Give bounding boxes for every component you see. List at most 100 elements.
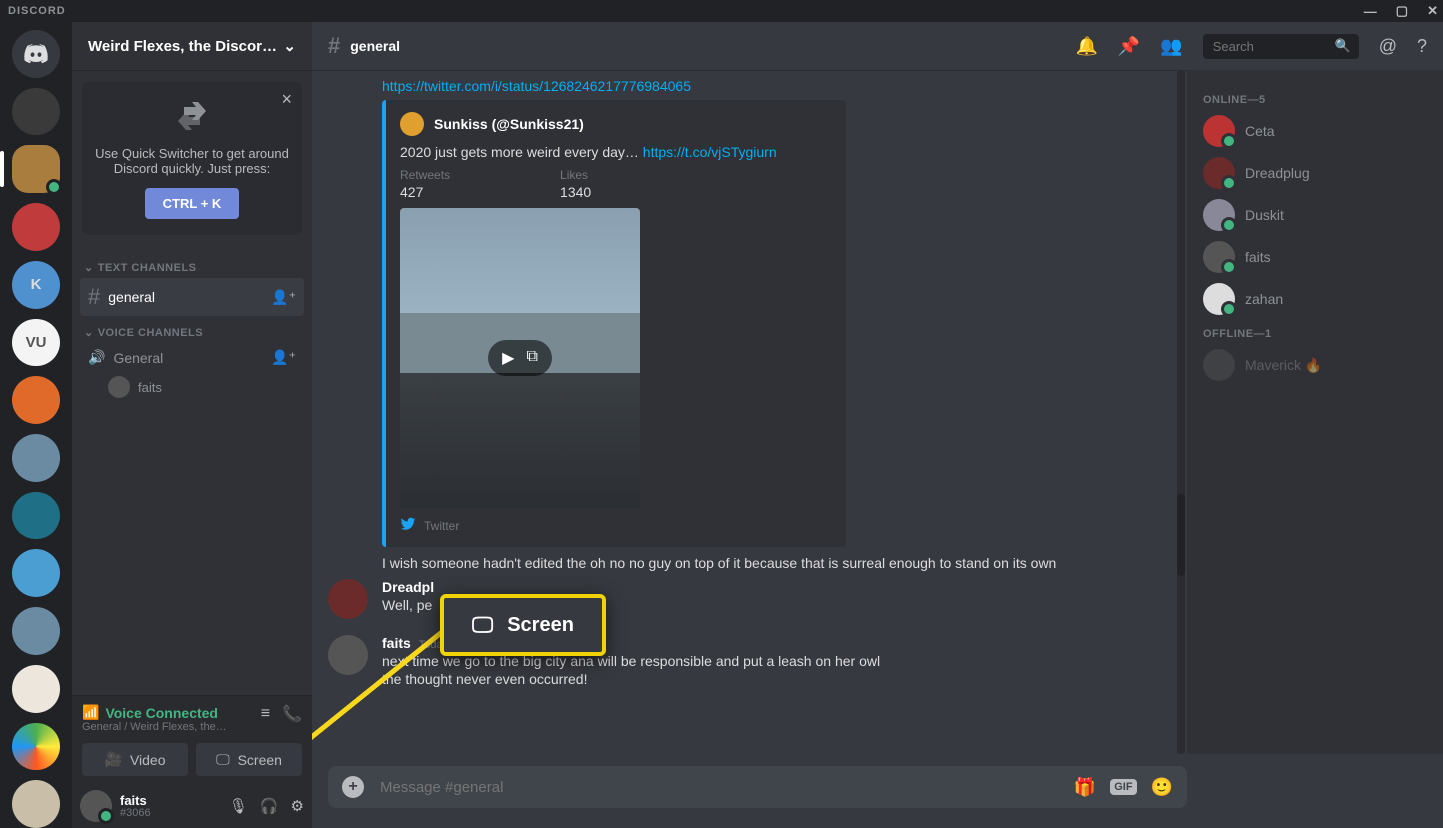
home-button[interactable] [12,30,60,78]
attach-button[interactable]: + [342,776,364,798]
embed-stats: Retweets427 Likes1340 [400,168,832,200]
members-toggle-icon[interactable]: 👥 [1160,36,1182,57]
main: # general 🔔 📌 👥 🔍 @ ? https://twitter.co… [312,22,1443,828]
search-input[interactable] [1211,38,1329,55]
gif-button[interactable]: GIF [1110,779,1136,795]
signal-icon: 📶 [82,704,99,721]
message-link[interactable]: https://twitter.com/i/status/12682462177… [382,78,691,94]
message-text: I wish someone hadn't edited the oh no n… [382,555,1171,571]
camera-icon: 🎥 [105,751,122,768]
settings-icon[interactable]: ⚙ [291,797,304,815]
text-channels-header[interactable]: ⌄ Text Channels [80,251,304,278]
voice-channels-header[interactable]: ⌄ Voice Channels [80,316,304,343]
voice-channel-general[interactable]: 🔊 General 👤⁺ [80,343,304,372]
member-item[interactable]: faits [1195,236,1435,278]
server-item[interactable] [12,492,60,540]
video-button[interactable]: 🎥 Video [82,743,188,776]
close-icon[interactable]: × [281,90,292,108]
embed-media[interactable]: ▶ ⧉ [400,208,640,508]
mute-icon[interactable]: 🎙 [229,797,248,815]
self-username: faits [120,794,151,807]
embed-text: 2020 just gets more weird every day… htt… [400,144,832,160]
window-close-button[interactable]: ✕ [1427,3,1439,19]
play-icon[interactable]: ▶ [502,348,514,368]
member-list: Online—5 Ceta Dreadplug Duskit faits zah… [1187,70,1443,754]
member-item[interactable]: Dreadplug [1195,152,1435,194]
add-user-icon[interactable]: 👤⁺ [271,349,296,366]
chevron-down-icon: ⌄ [84,261,94,274]
voice-user[interactable]: faits [80,372,304,402]
deafen-icon[interactable]: 🎧 [260,797,279,815]
server-item[interactable] [12,88,60,136]
message-text: next time we go to the big city ana will… [382,653,1171,669]
server-header[interactable]: Weird Flexes, the Discor… ⌄ [72,22,312,70]
search-icon: 🔍 [1335,38,1351,54]
popout-icon[interactable]: ⧉ [526,348,537,368]
server-item[interactable] [12,376,60,424]
member-item[interactable]: Maverick 🔥 [1195,344,1435,386]
server-item[interactable] [12,203,60,251]
quick-switcher-text: Use Quick Switcher to get around Discord… [92,146,292,176]
channel-item-general[interactable]: # general 👤⁺ [80,278,304,316]
channel-sidebar: Weird Flexes, the Discor… ⌄ × Use Quick … [72,22,312,828]
ctrl-k-button[interactable]: CTRL + K [145,188,240,219]
server-item[interactable] [12,549,60,597]
member-item[interactable]: Duskit [1195,194,1435,236]
message-time: Today at 4:15 PM [419,639,505,651]
member-item[interactable]: zahan [1195,278,1435,320]
window-maximize-button[interactable]: ▢ [1396,3,1409,19]
avatar[interactable] [80,790,112,822]
pinned-icon[interactable]: 📌 [1118,36,1140,57]
window-minimize-button[interactable]: — [1364,4,1378,19]
channel-list: ⌄ Text Channels # general 👤⁺ ⌄ Voice Cha… [72,243,312,695]
message-text: Well, pe [382,597,1171,613]
user-panel: faits #3066 🎙 🎧 ⚙ [72,784,312,828]
chevron-down-icon: ⌄ [84,326,94,339]
message-author[interactable]: Dreadpl [382,579,434,595]
gift-icon[interactable]: 🎁 [1074,777,1096,798]
message-list: https://twitter.com/i/status/12682462177… [312,70,1187,754]
noise-suppression-icon[interactable]: ≡ [261,705,270,723]
add-user-icon[interactable]: 👤⁺ [271,289,296,306]
embed-link[interactable]: https://t.co/vjSTygiurn [643,144,777,160]
server-item[interactable] [12,607,60,655]
search-box[interactable]: 🔍 [1203,34,1359,59]
mentions-icon[interactable]: @ [1379,36,1397,57]
chat-header: # general 🔔 📌 👥 🔍 @ ? [312,22,1443,70]
app-name: DISCORD [8,5,66,17]
voice-status: 📶 Voice Connected [82,704,227,721]
message-text: the thought never even occurred! [382,671,1171,687]
avatar[interactable] [328,635,368,675]
server-item[interactable] [12,723,60,771]
voice-indicator-icon [46,179,62,195]
message-input[interactable] [378,778,1060,797]
help-icon[interactable]: ? [1417,36,1427,57]
server-item-active[interactable] [12,145,60,193]
server-name: Weird Flexes, the Discor… [88,38,277,55]
hash-icon: # [88,284,100,310]
screen-share-button[interactable]: 🖵 Screen [196,743,302,776]
voice-sub: General / Weird Flexes, the… [82,721,227,733]
message: faits Today at 4:15 PM next time we go t… [328,627,1171,695]
avatar[interactable] [328,579,368,619]
avatar [108,376,130,398]
member-item[interactable]: Ceta [1195,110,1435,152]
server-item[interactable] [12,665,60,713]
swap-arrows-icon [164,98,220,134]
disconnect-icon[interactable]: 📞 [282,704,302,724]
server-item[interactable] [12,780,60,828]
twitter-embed: Sunkiss (@Sunkiss21) 2020 just gets more… [382,100,846,547]
notifications-icon[interactable]: 🔔 [1075,36,1097,57]
self-tag: #3066 [120,807,151,819]
chat-input-row: + 🎁 GIF 🙂 [312,754,1203,828]
server-item[interactable]: K [12,261,60,309]
chat-input[interactable]: + 🎁 GIF 🙂 [328,766,1187,808]
status-online-icon [98,808,114,824]
server-rail: K VU [0,22,72,828]
message-author[interactable]: faits [382,635,411,651]
emoji-icon[interactable]: 🙂 [1151,777,1173,798]
server-item[interactable] [12,434,60,482]
server-item[interactable]: VU [12,319,60,367]
embed-author[interactable]: Sunkiss (@Sunkiss21) [434,116,584,132]
scrollbar[interactable] [1177,70,1185,754]
